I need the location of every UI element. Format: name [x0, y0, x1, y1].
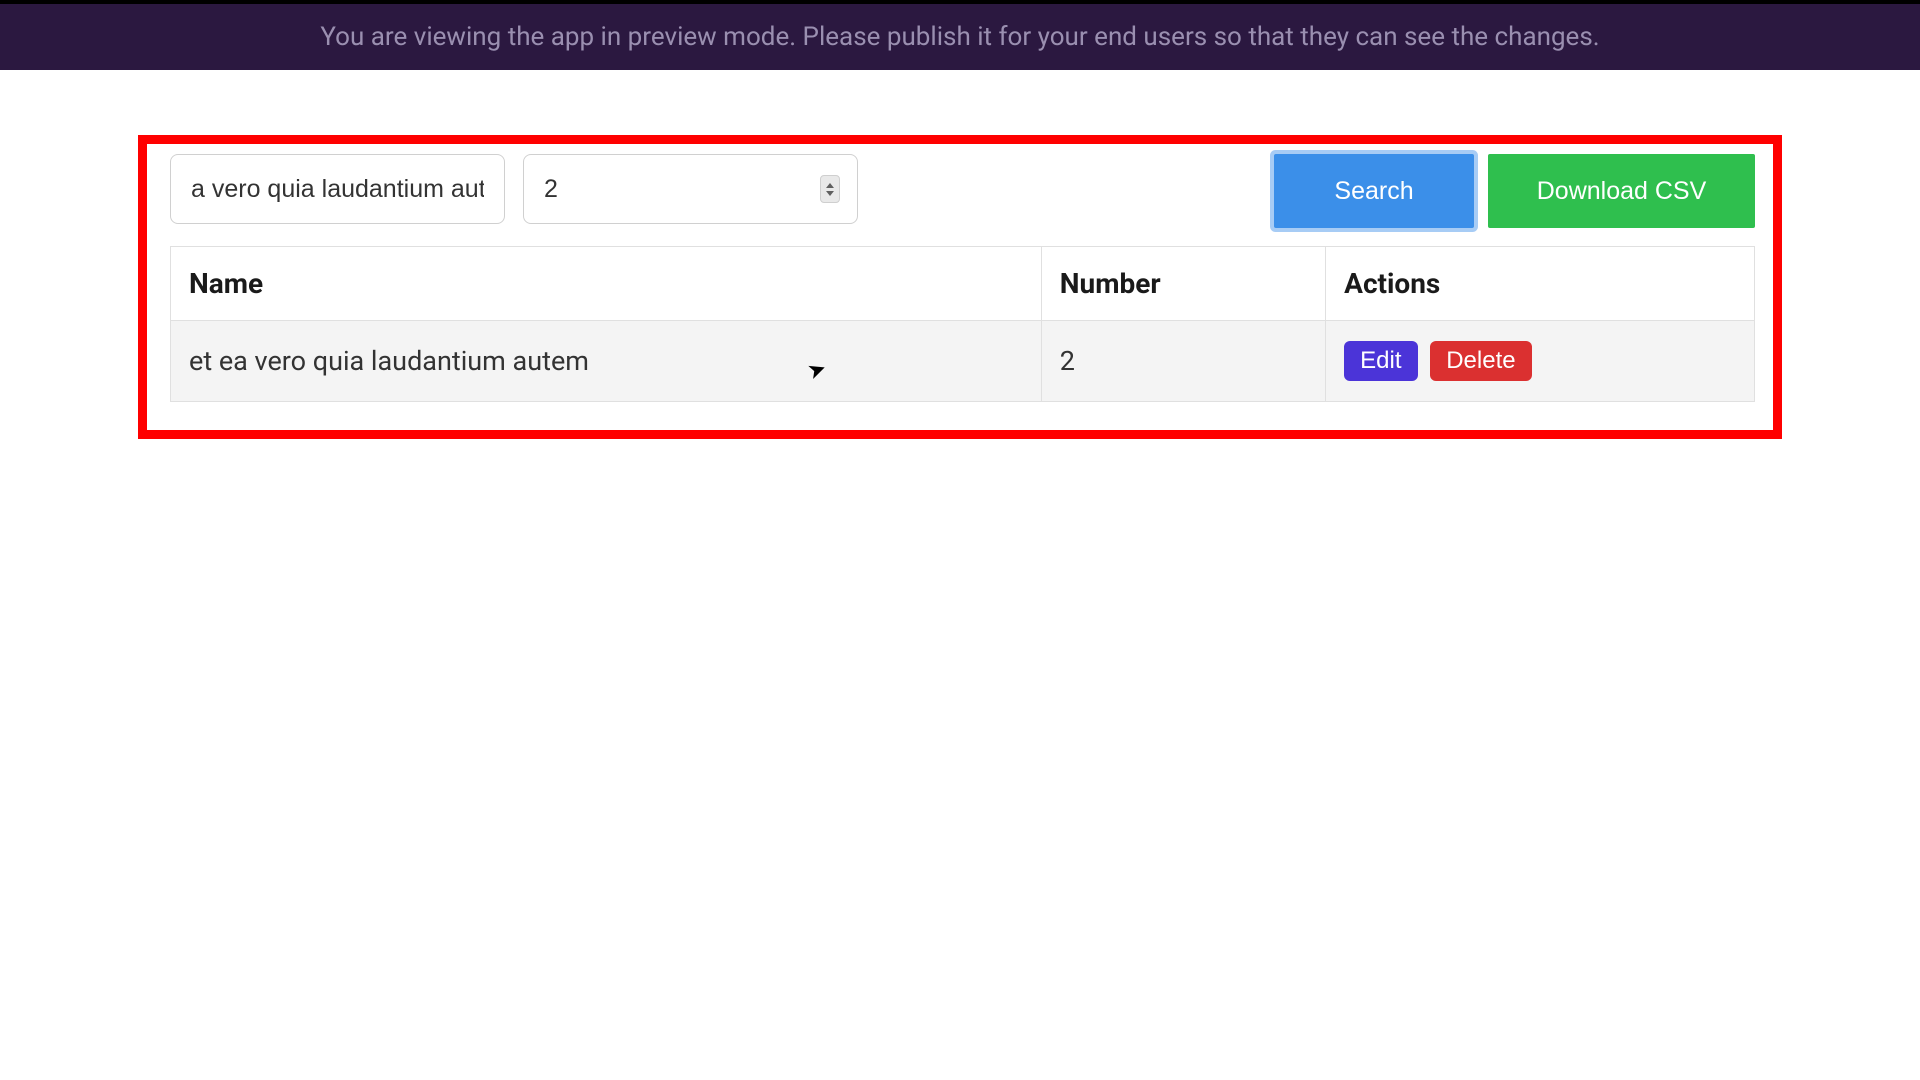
number-filter-wrapper [523, 154, 858, 224]
edit-button[interactable]: Edit [1344, 341, 1417, 381]
table-header-row: Name Number Actions [171, 247, 1755, 321]
preview-banner-text: You are viewing the app in preview mode.… [320, 22, 1599, 52]
toolbar: Search Download CSV [170, 154, 1755, 228]
number-filter-input[interactable] [523, 154, 858, 224]
highlight-frame: Search Download CSV Name Number Actions … [138, 135, 1782, 439]
download-csv-button[interactable]: Download CSV [1488, 154, 1755, 228]
cell-name: et ea vero quia laudantium autem [171, 321, 1042, 402]
toolbar-spacer [876, 154, 1256, 228]
name-filter-input[interactable] [170, 154, 505, 224]
search-button[interactable]: Search [1274, 154, 1474, 228]
column-header-number: Number [1041, 247, 1325, 321]
preview-mode-banner: You are viewing the app in preview mode.… [0, 4, 1920, 70]
cell-number: 2 [1041, 321, 1325, 402]
content-wrapper: Search Download CSV Name Number Actions … [0, 70, 1920, 439]
column-header-name: Name [171, 247, 1042, 321]
cell-actions: Edit Delete [1326, 321, 1755, 402]
delete-button[interactable]: Delete [1430, 341, 1531, 381]
chevron-down-icon [826, 191, 834, 196]
chevron-up-icon [826, 183, 834, 188]
number-stepper[interactable] [820, 175, 840, 203]
column-header-actions: Actions [1326, 247, 1755, 321]
data-table: Name Number Actions et ea vero quia laud… [170, 246, 1755, 402]
table-row: et ea vero quia laudantium autem 2 Edit … [171, 321, 1755, 402]
